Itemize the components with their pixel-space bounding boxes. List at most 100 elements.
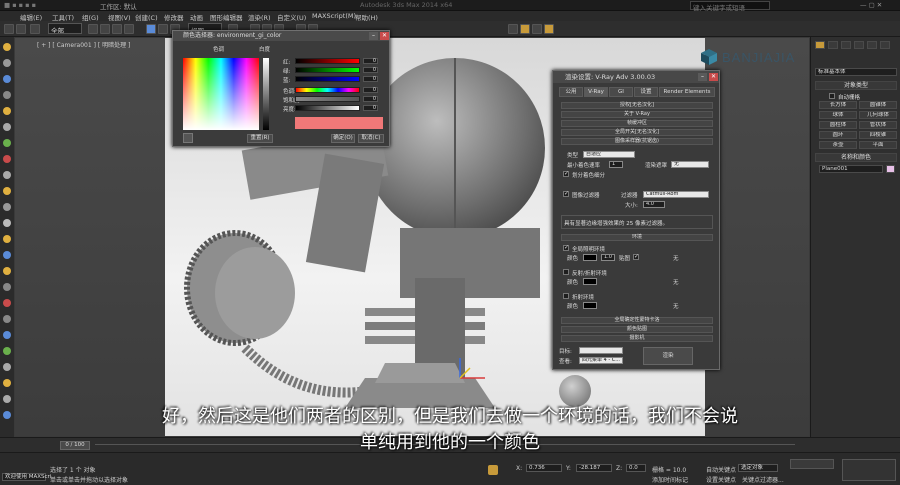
key-filters-button[interactable]: 关键点过滤器... [742,475,784,484]
render-frame-icon[interactable] [532,24,542,34]
record-icon[interactable] [3,155,11,163]
render-setup-title[interactable]: 渲染设置: V-Ray Adv 3.00.03 [553,71,719,83]
value-slider[interactable] [295,105,360,111]
rotate-icon[interactable] [158,24,168,34]
render-setup-icon[interactable] [520,24,530,34]
shape-icon[interactable] [3,75,11,83]
app-icon[interactable]: ■ ▪ ▪ ▪ ▪ [4,1,36,9]
viewport-navigation[interactable] [842,459,896,481]
lock-selection-icon[interactable] [488,465,498,475]
geosphere-button[interactable]: 几何球体 [859,111,897,119]
link-icon[interactable] [30,24,40,34]
plane-button[interactable]: 平面 [859,141,897,149]
primitive-type-dropdown[interactable]: 标准基本体 [815,68,897,76]
selection-filter-dropdown[interactable]: 全部 [48,23,82,34]
rollout-camera[interactable]: 摄影机 [561,335,713,342]
tab-render-elements[interactable]: Render Elements [659,87,715,97]
minimize-button[interactable]: – [698,73,707,81]
box-icon[interactable] [3,363,11,371]
rollout-color-mapping[interactable]: 颜色贴图 [561,326,713,333]
divide-shading-checkbox[interactable] [563,170,569,177]
target-icon[interactable] [3,299,11,307]
wheel-icon[interactable] [3,219,11,227]
search-input[interactable]: 键入关键字或短语 [690,1,770,12]
filter-size-input[interactable]: 4.0 [643,201,665,208]
lamp-icon[interactable] [3,107,11,115]
select-icon[interactable] [88,24,98,34]
leaf-icon[interactable] [3,347,11,355]
region-select-icon[interactable] [112,24,122,34]
close-button[interactable]: ✕ [709,73,718,81]
material-editor-icon[interactable] [508,24,518,34]
saturation-slider[interactable] [295,96,360,102]
undo-icon[interactable] [4,24,14,34]
rollout-about[interactable]: 关于 V-Ray [561,111,713,118]
render-mask-dropdown[interactable]: 无 [671,161,709,168]
helper-icon[interactable] [3,91,11,99]
tab-common[interactable]: 公用 [559,87,583,97]
gi-environment-checkbox[interactable] [563,244,569,251]
autokey-button[interactable]: 自动关键点 [706,465,736,474]
object-color-swatch[interactable] [886,165,895,173]
red-slider[interactable] [295,58,360,64]
playback-controls[interactable] [790,459,834,469]
image-filter-checkbox[interactable] [563,190,569,197]
render-icon[interactable] [544,24,554,34]
water-icon[interactable] [3,251,11,259]
autogrid-checkbox[interactable] [829,93,835,99]
green-value[interactable]: 0 [363,67,378,73]
rollout-frame-buffer[interactable]: 帧缓冲区 [561,120,713,127]
tab-gi[interactable]: GI [609,87,633,97]
display-tab-icon[interactable] [867,41,877,49]
cylinder-icon[interactable] [3,171,11,179]
gi-color-swatch[interactable] [583,254,597,261]
add-time-tag[interactable]: 添加时间标记 [652,475,688,484]
green-slider[interactable] [295,67,360,73]
hue-slider[interactable] [295,87,360,93]
modify-tab-icon[interactable] [828,41,838,49]
gi-multiplier-input[interactable]: 1.0 [601,254,615,261]
camera-icon[interactable] [3,203,11,211]
target-dropdown[interactable] [579,347,623,354]
blue-slider[interactable] [295,76,360,82]
window-crossing-icon[interactable] [124,24,134,34]
selected-object-dropdown[interactable]: 选定对象 [738,464,778,472]
rollout-global-switches[interactable]: 全局开关[无名汉化] [561,129,713,136]
refr-map-none[interactable]: 无 [673,302,679,310]
torus-button[interactable]: 圆环 [819,131,857,139]
value-value[interactable]: 0 [363,105,378,111]
refl-color-swatch[interactable] [583,278,597,285]
sphere-button[interactable]: 球体 [819,111,857,119]
plant-icon[interactable] [3,139,11,147]
filter-type-dropdown[interactable]: Catmull-Rom [643,191,709,198]
box-button[interactable]: 长方体 [819,101,857,109]
minimize-button[interactable]: – [369,32,378,40]
rollout-dmc[interactable]: 全局确定性蒙特卡洛 [561,317,713,324]
bone-icon[interactable] [3,315,11,323]
sphere-icon[interactable] [3,59,11,67]
setkey-button[interactable]: 设置关键点 [706,475,736,484]
z-coordinate[interactable]: 0.0 [626,464,646,472]
grid-icon[interactable] [3,283,11,291]
star-icon[interactable] [3,267,11,275]
object-type-header[interactable]: 对象类型 [815,81,897,90]
tab-settings[interactable]: 设置 [634,87,658,97]
create-tab-icon[interactable] [815,41,825,49]
tube-button[interactable]: 管状体 [859,121,897,129]
refl-environment-checkbox[interactable] [563,269,569,275]
reset-button[interactable]: 重置(R) [247,134,273,143]
utilities-tab-icon[interactable] [880,41,890,49]
rollout-environment[interactable]: 环境 [561,234,713,241]
folder-icon[interactable] [3,187,11,195]
motion-tab-icon[interactable] [854,41,864,49]
gi-map-none[interactable]: 无 [673,254,679,262]
refl-map-none[interactable]: 无 [673,278,679,286]
move-icon[interactable] [146,24,156,34]
rollout-authorization[interactable]: 授权[无名汉化] [561,102,713,109]
sampler-type-dropdown[interactable]: 自适应 [583,151,635,158]
select-by-name-icon[interactable] [100,24,110,34]
tab-vray[interactable]: V-Ray [584,87,608,97]
cancel-button[interactable]: 取消(C) [358,134,384,143]
object-name-input[interactable]: Plane001 [819,165,883,173]
blue-value[interactable]: 0 [363,76,378,82]
